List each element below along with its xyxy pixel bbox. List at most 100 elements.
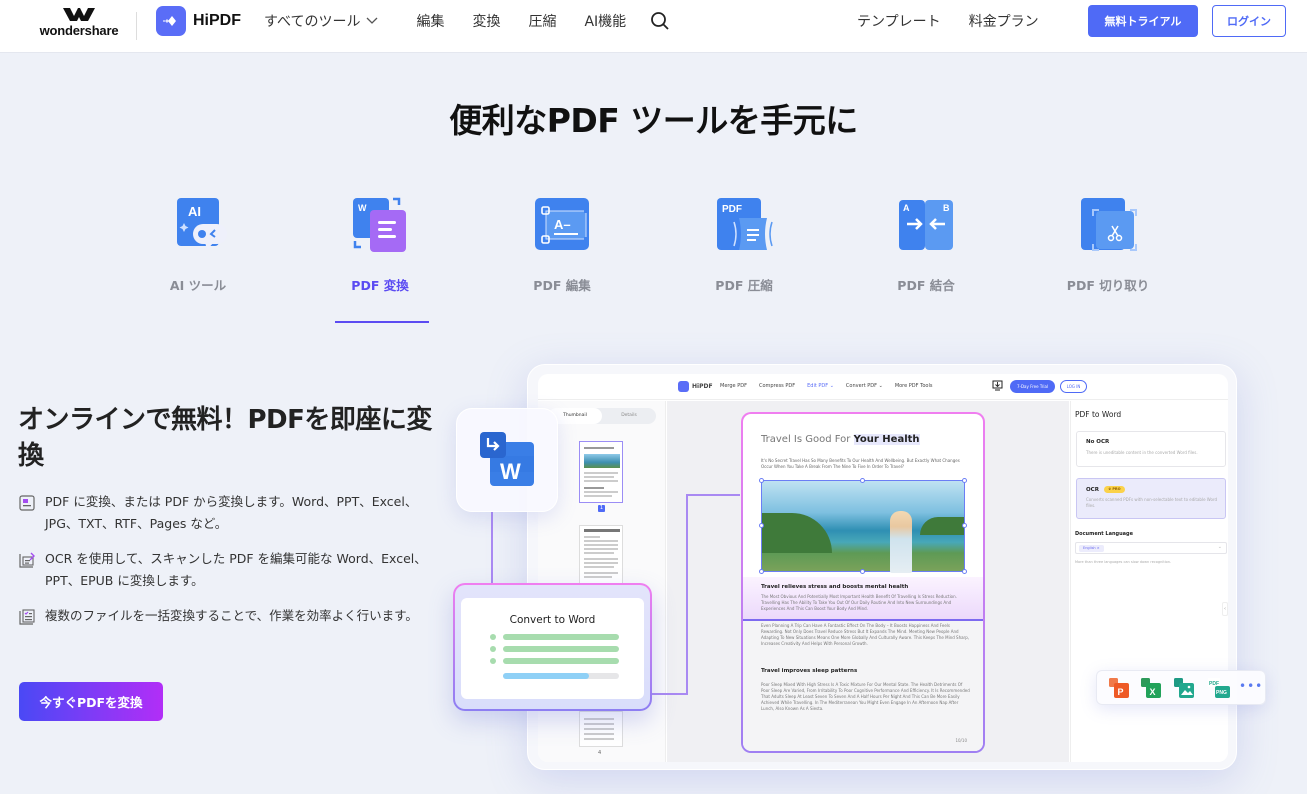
thumbnail-last-page-number: 4 bbox=[598, 750, 602, 756]
ocr-edit-icon bbox=[19, 552, 35, 568]
crop-icon bbox=[1081, 198, 1137, 251]
mockup-nav-item: Merge PDF bbox=[720, 383, 747, 389]
tab-pdf-crop[interactable]: PDF 切り取り bbox=[1018, 196, 1198, 324]
tab-label: AI ツール bbox=[169, 278, 227, 293]
convert-progress-bar bbox=[503, 673, 619, 679]
language-select: English × ⌄ bbox=[1075, 542, 1227, 554]
language-note: More than three languages can slow down … bbox=[1075, 560, 1172, 564]
mockup-tabs: Thumbnail Details bbox=[548, 408, 656, 424]
document-icon bbox=[19, 495, 35, 511]
desktop-download-icon bbox=[992, 380, 1003, 391]
resize-handle bbox=[962, 523, 967, 528]
document-section-heading: Travel improves sleep patterns bbox=[761, 668, 858, 674]
mockup-topbar: HiPDF Merge PDF Compress PDF Edit PDF ⌄ … bbox=[538, 374, 1228, 400]
free-trial-button[interactable]: 無料トライアル bbox=[1088, 5, 1198, 37]
thumbnail-page-number: 1 bbox=[598, 505, 605, 512]
hipdf-icon bbox=[156, 6, 186, 36]
tab-pdf-merge[interactable]: A B PDF 結合 bbox=[836, 196, 1016, 324]
merge-icon: A B bbox=[899, 200, 953, 250]
nav-convert-label: 変換 bbox=[472, 14, 501, 30]
wondershare-mark-icon bbox=[63, 8, 95, 21]
tab-label: PDF 結合 bbox=[897, 278, 955, 293]
feature-item: OCR を使用して、スキャンした PDF を編集可能な Word、Excel、P… bbox=[18, 548, 438, 592]
nav-all-tools[interactable]: すべてのツール bbox=[264, 11, 378, 31]
resize-handle bbox=[962, 478, 967, 483]
mockup-nav-item: Compress PDF bbox=[758, 383, 796, 389]
tab-label: PDF 切り取り bbox=[1066, 278, 1150, 293]
feature-item: 複数のファイルを一括変換することで、作業を効率よく行います。 bbox=[18, 605, 438, 627]
svg-text:B: B bbox=[943, 203, 950, 213]
header-divider bbox=[136, 12, 137, 40]
check-icon bbox=[490, 634, 496, 640]
wondershare-logo[interactable]: wondershare bbox=[36, 6, 122, 42]
pro-badge: ♛ PRO bbox=[1103, 486, 1125, 493]
svg-text:PNG: PNG bbox=[1216, 690, 1227, 696]
image-format-icon bbox=[1174, 678, 1194, 698]
convert-step bbox=[490, 646, 619, 652]
connector-line bbox=[652, 693, 686, 695]
resize-handle bbox=[759, 569, 764, 574]
convert-card-inner: Convert to Word bbox=[461, 598, 644, 699]
excel-format-icon: X bbox=[1141, 678, 1161, 698]
ai-chat-icon: AI bbox=[177, 198, 227, 250]
connector-line bbox=[686, 494, 688, 695]
svg-text:X: X bbox=[1150, 687, 1156, 697]
tab-pdf-convert[interactable]: W PDF 変換 bbox=[290, 196, 470, 324]
convert-step bbox=[490, 658, 619, 664]
option-title-text: OCR bbox=[1086, 487, 1099, 493]
ppt-format-icon: P bbox=[1109, 678, 1129, 698]
mockup-nav-item: Convert PDF ⌄ bbox=[845, 383, 883, 389]
document-image bbox=[761, 480, 965, 573]
check-icon bbox=[490, 646, 496, 652]
nav-convert[interactable]: 変換 bbox=[472, 11, 500, 31]
batch-list-icon bbox=[19, 609, 35, 625]
language-label: Document Language bbox=[1075, 531, 1134, 537]
document-paragraph: Poor Sleep Mixed With High Stress Is A T… bbox=[761, 682, 970, 711]
edit-icon: A– bbox=[535, 198, 589, 250]
svg-text:A–: A– bbox=[554, 217, 571, 232]
tab-pdf-edit[interactable]: A– PDF 編集 bbox=[472, 196, 652, 324]
mockup-document-page: Travel Is Good For Your Health It's No S… bbox=[741, 412, 985, 753]
nav-ai[interactable]: AI機能 bbox=[584, 11, 626, 31]
document-title-selected: Your Health bbox=[853, 434, 920, 445]
split-line bbox=[743, 619, 983, 621]
search-icon[interactable] bbox=[650, 11, 670, 31]
mockup-thumbnail bbox=[579, 525, 623, 585]
nav-edit[interactable]: 編集 bbox=[416, 11, 444, 31]
svg-text:W: W bbox=[500, 459, 521, 484]
tab-label: PDF 圧縮 bbox=[715, 278, 773, 293]
option-ocr: OCR ♛ PRO Converts scanned PDFs with non-… bbox=[1076, 478, 1226, 519]
option-title: No OCR bbox=[1086, 439, 1110, 445]
pro-badge-text: PRO bbox=[1112, 487, 1121, 491]
connector-line bbox=[686, 494, 740, 496]
feature-list: PDF に変換、または PDF から変換します。Word、PPT、Excel、J… bbox=[18, 491, 438, 640]
mockup-login-button: LOG IN bbox=[1060, 380, 1087, 393]
svg-text:PDF: PDF bbox=[722, 204, 742, 215]
active-tab-indicator bbox=[335, 321, 429, 323]
tab-pdf-compress[interactable]: PDF PDF 圧縮 bbox=[654, 196, 834, 324]
document-paragraph: Even Planning A Trip Can Have A Fantasti… bbox=[761, 623, 970, 646]
top-header: wondershare HiPDF すべてのツール 編集 変換 圧縮 AI機能 … bbox=[0, 0, 1307, 53]
mockup-settings-panel: PDF to Word No OCR There is uneditable c… bbox=[1070, 401, 1228, 762]
convert-progress-fill bbox=[503, 673, 589, 679]
main-nav: すべてのツール 編集 変換 圧縮 AI機能 bbox=[264, 10, 654, 32]
resize-handle bbox=[759, 478, 764, 483]
convert-now-button[interactable]: 今すぐPDFを変換 bbox=[19, 682, 163, 721]
login-button[interactable]: ログイン bbox=[1212, 5, 1286, 37]
hipdf-logo[interactable]: HiPDF bbox=[156, 6, 241, 36]
svg-text:W: W bbox=[358, 203, 367, 213]
output-formats-strip: P X PDF PNG ••• bbox=[1096, 670, 1266, 705]
nav-pricing[interactable]: 料金プラン bbox=[969, 11, 1039, 31]
tab-ai-tools[interactable]: AI AI ツール bbox=[108, 196, 288, 324]
convert-title: Convert to Word bbox=[509, 614, 596, 626]
convert-icon: W bbox=[353, 197, 406, 252]
nav-templates[interactable]: テンプレート bbox=[857, 11, 941, 31]
svg-text:P: P bbox=[1118, 687, 1124, 697]
nav-compress[interactable]: 圧縮 bbox=[528, 11, 556, 31]
tool-tabs: AI AI ツール W PDF 変換 A– PDF 編集 PDF PDF 圧縮 … bbox=[108, 196, 1198, 326]
mockup-logo-text: HiPDF bbox=[692, 383, 713, 390]
feature-heading: オンラインで無料！PDFを即座に変換 bbox=[18, 405, 432, 471]
document-page-number: 10/10 bbox=[955, 738, 967, 743]
resize-handle bbox=[962, 569, 967, 574]
document-section-heading: Travel relieves stress and boosts mental… bbox=[761, 584, 909, 590]
